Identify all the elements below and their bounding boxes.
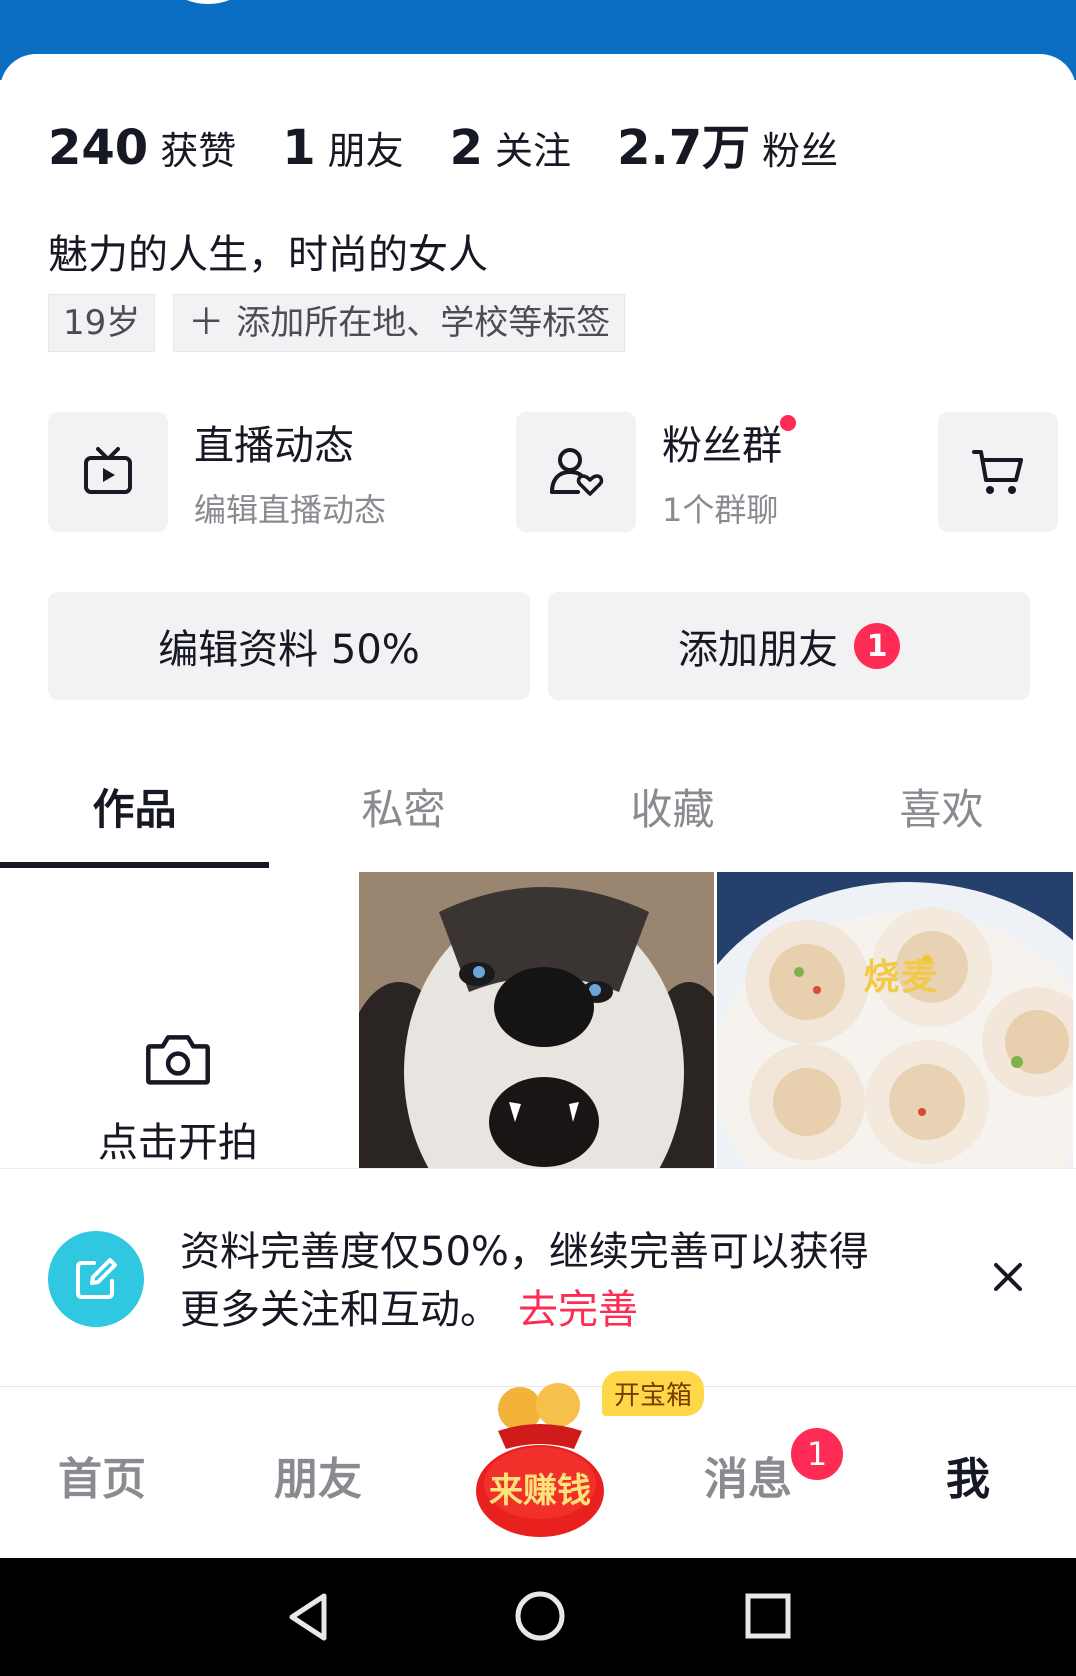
nav-messages[interactable]: 消息 — [704, 1443, 792, 1507]
back-icon[interactable] — [284, 1590, 332, 1644]
add-tag-label: 添加所在地、学校等标签 — [236, 303, 611, 343]
recents-icon[interactable] — [744, 1592, 792, 1640]
live-feed-title: 直播动态 — [194, 423, 354, 469]
tag-row: 19岁 ＋ 添加所在地、学校等标签 — [48, 294, 643, 352]
bio-text[interactable]: 魅力的人生，时尚的女人 — [48, 222, 488, 280]
user-heart-icon — [550, 448, 604, 496]
treasure-box-tag[interactable]: 开宝箱 — [602, 1371, 705, 1416]
works-grid: 点击开拍 烧麦 — [0, 872, 1076, 1168]
food-image — [717, 872, 1074, 1168]
stats-row: 240 获赞 1 朋友 2 关注 2.7万 粉丝 — [48, 108, 884, 176]
tv-icon-box — [48, 412, 168, 532]
live-feed-subtitle: 编辑直播动态 — [194, 491, 387, 529]
plus-icon: ＋ — [188, 302, 225, 343]
stat-friends[interactable]: 1 朋友 — [282, 120, 403, 176]
add-friend-badge: 1 — [854, 623, 900, 669]
add-friend-button[interactable]: 添加朋友 1 — [548, 592, 1030, 700]
shoot-label: 点击开拍 — [97, 1120, 258, 1166]
stat-likes-count: 240 — [48, 120, 149, 176]
completion-message: 资料完善度仅50%，继续完善可以获得更多关注和互动。 去完善 — [180, 1223, 900, 1339]
bottom-navigation: 首页 朋友 来赚钱 开宝箱 消息 1 我 — [0, 1371, 1076, 1559]
camera-icon — [145, 1035, 210, 1085]
age-tag[interactable]: 19岁 — [48, 294, 156, 352]
stat-following-count: 2 — [449, 120, 484, 176]
shop-entry[interactable] — [938, 412, 1058, 532]
fan-group-entry[interactable]: 粉丝群 1个群聊 — [516, 412, 796, 532]
add-friend-label: 添加朋友 — [678, 627, 838, 673]
user-heart-icon-box — [516, 412, 636, 532]
tab-works[interactable]: 作品 — [0, 768, 269, 868]
tv-icon — [84, 447, 132, 494]
video-thumbnail-food[interactable]: 烧麦 — [717, 872, 1074, 1168]
food-caption: 烧麦 — [863, 957, 940, 998]
lucky-bag-icon — [476, 1383, 604, 1537]
messages-badge: 1 — [788, 1425, 846, 1483]
stat-likes-label: 获赞 — [160, 129, 237, 173]
fan-group-title: 粉丝群 — [662, 423, 782, 469]
shoot-button[interactable]: 点击开拍 — [0, 872, 356, 1168]
action-buttons: 编辑资料 50% 添加朋友 1 — [48, 592, 1048, 700]
fan-group-red-dot — [780, 415, 796, 431]
edit-icon-circle — [48, 1231, 144, 1327]
stat-following[interactable]: 2 关注 — [450, 120, 571, 176]
add-tag-button[interactable]: ＋ 添加所在地、学校等标签 — [173, 294, 626, 352]
tab-private[interactable]: 私密 — [269, 768, 538, 868]
system-navigation-bar — [0, 1558, 1076, 1676]
profile-completion-banner: 资料完善度仅50%，继续完善可以获得更多关注和互动。 去完善 — [0, 1168, 1076, 1385]
nav-earn-button[interactable]: 来赚钱 — [470, 1379, 610, 1539]
stat-followers-count: 2.7万 — [617, 120, 751, 176]
tab-likes[interactable]: 喜欢 — [807, 768, 1076, 868]
stat-friends-label: 朋友 — [327, 129, 404, 173]
profile-tabs: 作品 私密 收藏 喜欢 — [0, 768, 1076, 868]
stat-followers[interactable]: 2.7万 粉丝 — [617, 108, 838, 178]
tab-favorites[interactable]: 收藏 — [538, 768, 807, 868]
stat-friends-count: 1 — [282, 120, 316, 176]
stat-followers-label: 粉丝 — [762, 129, 839, 173]
close-icon[interactable] — [990, 1259, 1026, 1295]
edit-profile-button[interactable]: 编辑资料 50% — [48, 592, 530, 700]
complete-profile-link[interactable]: 去完善 — [518, 1287, 638, 1333]
edit-icon — [76, 1258, 117, 1299]
stat-likes[interactable]: 240 获赞 — [48, 120, 236, 176]
stat-following-label: 关注 — [495, 129, 572, 173]
nav-me[interactable]: 我 — [946, 1443, 990, 1507]
dog-image — [358, 872, 715, 1168]
nav-friends[interactable]: 朋友 — [274, 1443, 362, 1507]
cart-icon-box — [938, 412, 1058, 532]
cart-icon — [972, 450, 1023, 494]
nav-home[interactable]: 首页 — [58, 1443, 146, 1507]
live-feed-entry[interactable]: 直播动态 编辑直播动态 — [48, 412, 386, 532]
nav-earn-label: 来赚钱 — [489, 1471, 591, 1511]
home-icon[interactable] — [514, 1590, 566, 1642]
fan-group-subtitle: 1个群聊 — [662, 491, 779, 529]
video-thumbnail-dog[interactable] — [358, 872, 715, 1168]
